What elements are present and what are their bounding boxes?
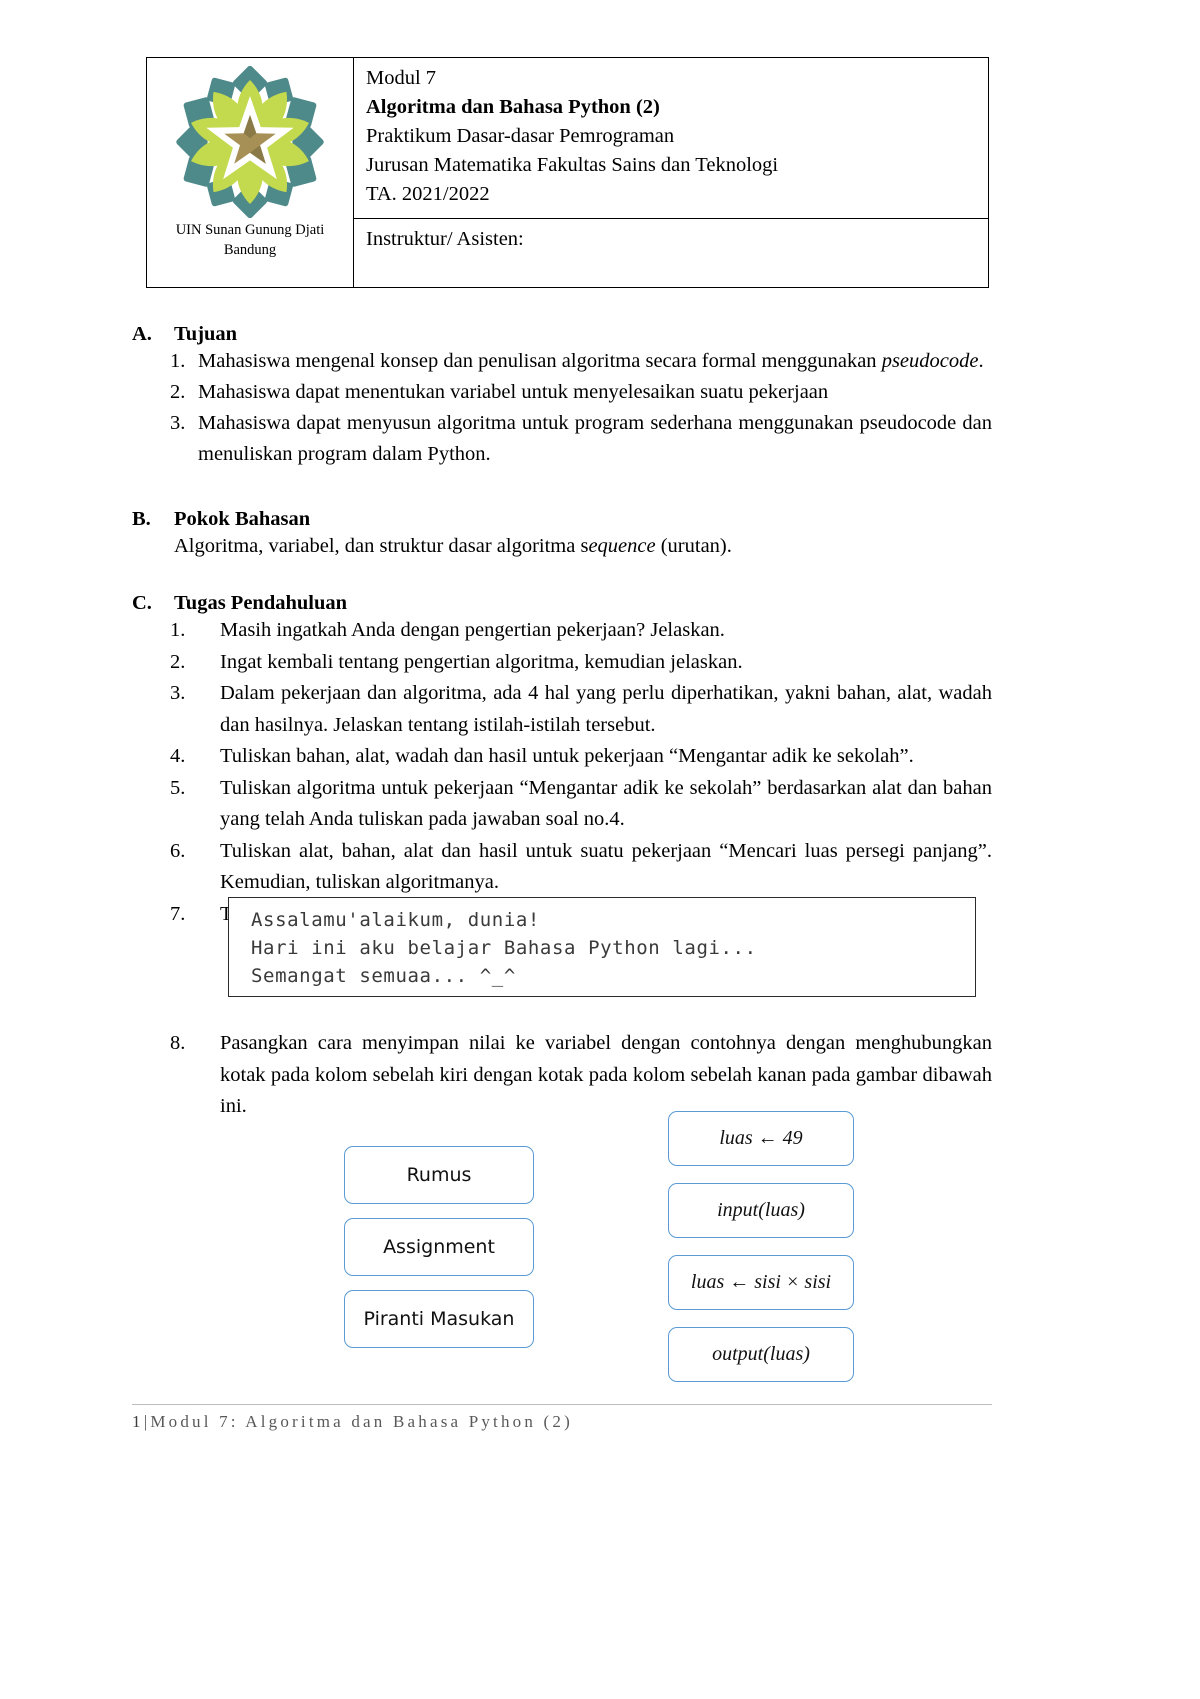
document-page: UIN Sunan Gunung Djati Bandung Modul 7 A…	[0, 0, 1200, 1699]
list-item-text: Mahasiswa dapat menyusun algoritma untuk…	[198, 412, 992, 465]
header-instructor-cell: Instruktur/ Asisten:	[354, 219, 989, 288]
list-item-number: 4.	[170, 745, 186, 767]
code-line-3: Semangat semuaa... ^_^	[251, 965, 516, 987]
header-department: Jurusan Matematika Fakultas Sains dan Te…	[366, 154, 779, 176]
list-item: 2. Ingat kembali tentang pengertian algo…	[132, 647, 992, 679]
list-item-text: Tuliskan alat, bahan, alat dan hasil unt…	[220, 839, 992, 894]
list-item: 5. Tuliskan algoritma untuk pekerjaan “M…	[132, 773, 992, 836]
list-item-number: 7.	[170, 902, 186, 925]
section-b-heading: B. Pokok Bahasan	[132, 508, 992, 531]
header-modul-title: Algoritma dan Bahasa Python (2)	[366, 96, 660, 118]
section-a-title: Tujuan	[174, 323, 238, 345]
list-item: 3. Mahasiswa dapat menyusun algoritma un…	[132, 408, 992, 470]
list-item: 4. Tuliskan bahan, alat, wadah dan hasil…	[132, 741, 992, 773]
list-item-number: 1.	[170, 350, 186, 372]
section-b-letter: B.	[132, 508, 151, 530]
header-instructor-label: Instruktur/ Asisten:	[366, 228, 524, 250]
match-left-box-rumus[interactable]: Rumus	[344, 1146, 534, 1204]
section-a-list: 1. Mahasiswa mengenal konsep dan penulis…	[132, 346, 992, 470]
match-right-box-luas-sisi-sisi[interactable]: luas ← sisi × sisi	[668, 1255, 854, 1310]
list-item-text: Mahasiswa mengenal konsep dan penulisan …	[198, 350, 984, 372]
section-a-letter: A.	[132, 323, 152, 345]
list-item-number: 2.	[170, 650, 186, 673]
section-c-letter: C.	[132, 592, 152, 614]
page-footer: 1|Modul 7: Algoritma dan Bahasa Python (…	[132, 1412, 573, 1432]
list-item: 2. Mahasiswa dapat menentukan variabel u…	[132, 377, 992, 408]
list-item-text: Dalam pekerjaan dan algoritma, ada 4 hal…	[220, 682, 992, 736]
header-course: Praktikum Dasar-dasar Pemrograman	[366, 125, 675, 147]
list-item-text: Tuliskan bahan, alat, wadah dan hasil un…	[220, 745, 914, 767]
list-item-number: 6.	[170, 839, 186, 862]
header-modul-number: Modul 7	[366, 67, 437, 89]
list-item-text: Masih ingatkah Anda dengan pengertian pe…	[220, 619, 725, 641]
header-logo-cell: UIN Sunan Gunung Djati Bandung	[147, 58, 354, 287]
section-c-heading: C. Tugas Pendahuluan	[132, 592, 992, 615]
section-b-body: Algoritma, variabel, dan struktur dasar …	[174, 535, 732, 557]
code-line-1: Assalamu'alaikum, dunia!	[251, 909, 540, 931]
section-b-title: Pokok Bahasan	[174, 508, 311, 530]
list-item: 6. Tuliskan alat, bahan, alat dan hasil …	[132, 836, 992, 899]
list-item: 1. Masih ingatkah Anda dengan pengertian…	[132, 615, 992, 647]
match-left-box-assignment[interactable]: Assignment	[344, 1218, 534, 1276]
uin-logo	[160, 66, 340, 218]
logo-caption-line1: UIN Sunan Gunung Djati	[175, 222, 325, 238]
list-item-number: 3.	[170, 682, 186, 704]
header-info-cell: Modul 7 Algoritma dan Bahasa Python (2) …	[353, 58, 988, 219]
code-output-box: Assalamu'alaikum, dunia! Hari ini aku be…	[228, 897, 976, 997]
list-item: 3. Dalam pekerjaan dan algoritma, ada 4 …	[132, 678, 992, 741]
section-b: B. Pokok Bahasan Algoritma, variabel, da…	[132, 508, 992, 562]
list-item-text: Ingat kembali tentang pengertian algorit…	[220, 650, 743, 673]
code-line-2: Hari ini aku belajar Bahasa Python lagi.…	[251, 937, 757, 959]
section-c-title: Tugas Pendahuluan	[174, 592, 348, 614]
matching-diagram: Rumus Assignment Piranti Masukan luas ← …	[132, 1106, 992, 1396]
section-a-heading: A. Tujuan	[132, 323, 992, 346]
footer-divider	[132, 1404, 992, 1405]
list-item-number: 1.	[170, 619, 186, 641]
list-item-number: 5.	[170, 776, 186, 799]
logo-caption: UIN Sunan Gunung Djati Bandung	[153, 220, 347, 260]
list-item-number: 2.	[170, 381, 186, 403]
list-item-number: 3.	[170, 412, 186, 434]
list-item-text: Tuliskan algoritma untuk pekerjaan “Meng…	[220, 776, 992, 831]
match-left-box-piranti-masukan[interactable]: Piranti Masukan	[344, 1290, 534, 1348]
footer-title: Modul 7: Algoritma dan Bahasa Python (2)	[150, 1412, 573, 1431]
section-c-list: 1. Masih ingatkah Anda dengan pengertian…	[132, 615, 992, 930]
section-c: C. Tugas Pendahuluan 1. Masih ingatkah A…	[132, 592, 992, 930]
document-header-table: UIN Sunan Gunung Djati Bandung Modul 7 A…	[146, 57, 989, 288]
section-a: A. Tujuan 1. Mahasiswa mengenal konsep d…	[132, 323, 992, 470]
match-right-box-luas-49[interactable]: luas ← 49	[668, 1111, 854, 1166]
header-academic-year: TA. 2021/2022	[366, 183, 490, 205]
logo-caption-line2: Bandung	[223, 242, 277, 258]
mandala-logo-icon	[176, 66, 324, 218]
footer-page-number: 1	[132, 1412, 144, 1431]
match-right-box-input-luas[interactable]: input(luas)	[668, 1183, 854, 1238]
match-right-box-output-luas[interactable]: output(luas)	[668, 1327, 854, 1382]
list-item-text: Mahasiswa dapat menentukan variabel untu…	[198, 381, 829, 403]
list-item: 1. Mahasiswa mengenal konsep dan penulis…	[132, 346, 992, 377]
